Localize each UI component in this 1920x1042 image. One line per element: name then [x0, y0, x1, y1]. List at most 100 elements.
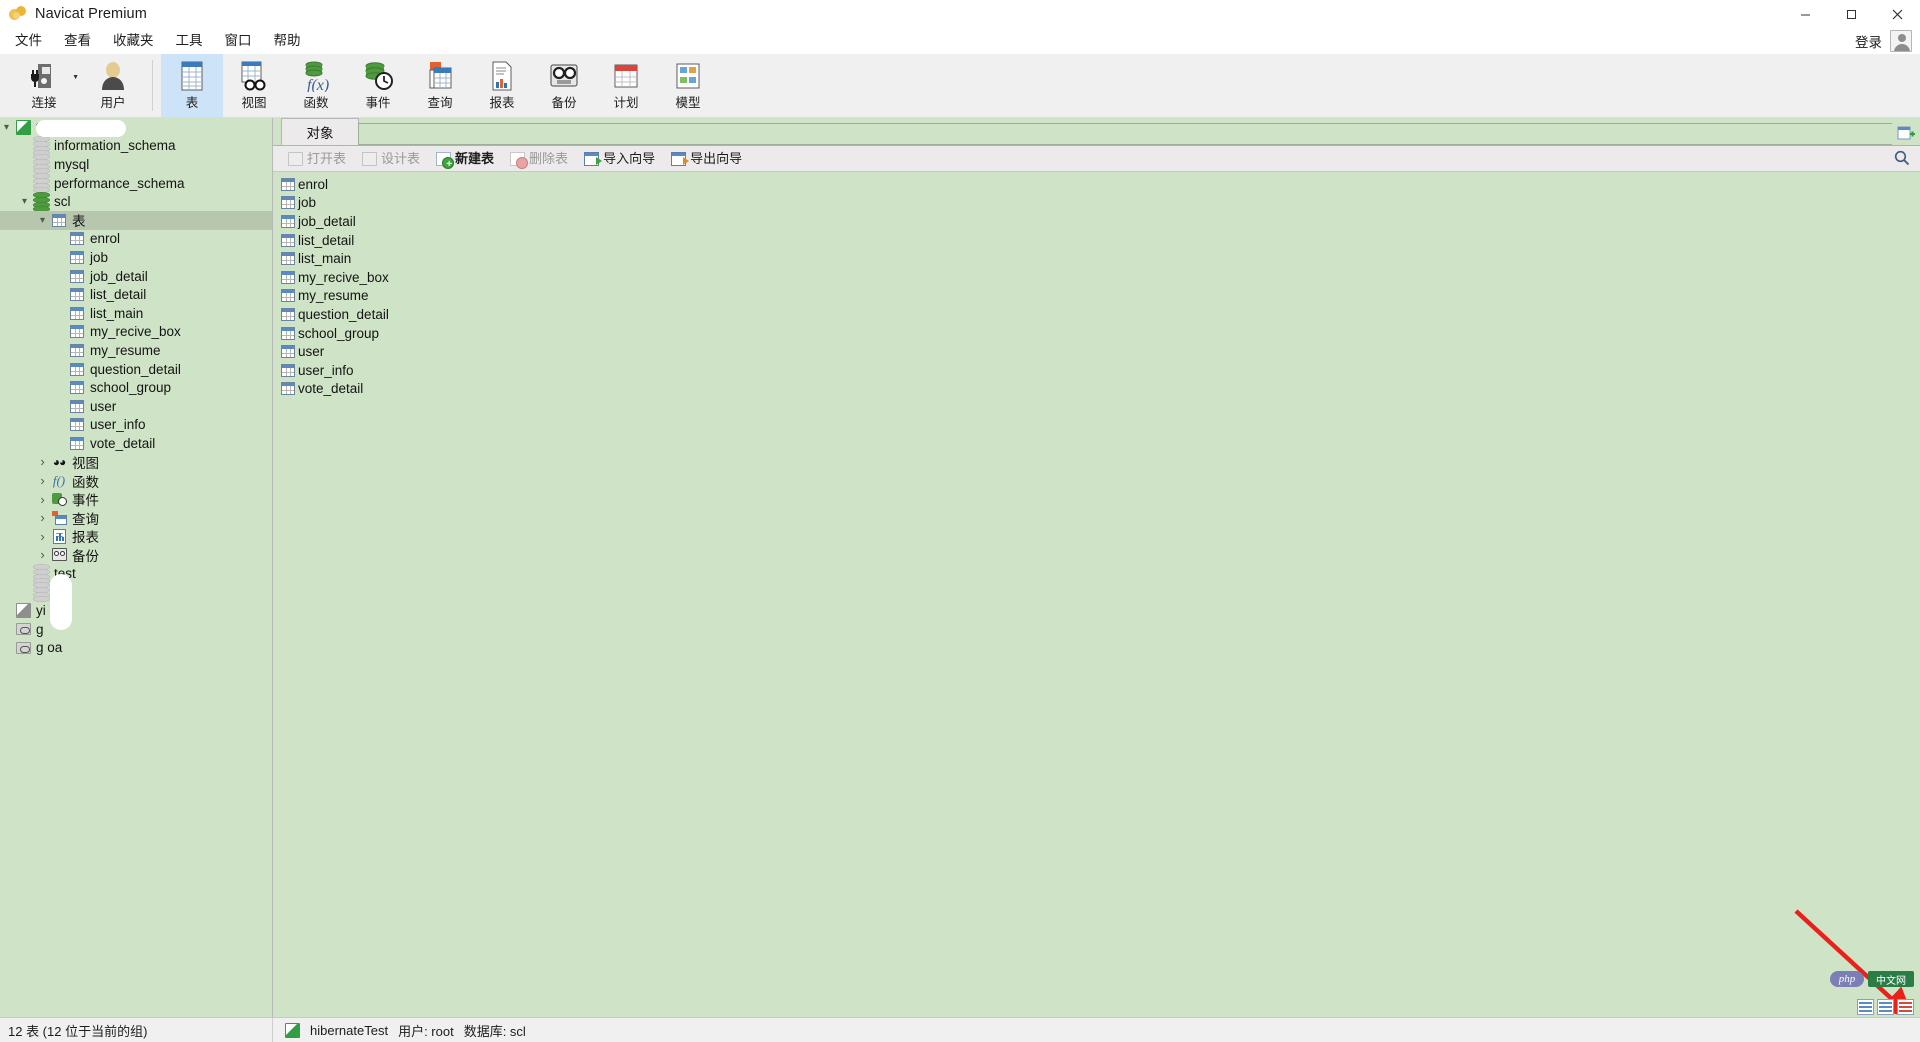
tree-item[interactable]: g	[0, 620, 272, 639]
toolbar-connection[interactable]: 连接 ▼	[6, 54, 82, 117]
navigation-tree[interactable]: ▾tinformation_schemamysqlperformance_sch…	[0, 118, 273, 1017]
tree-item[interactable]: question_detail	[0, 360, 272, 379]
add-tab-icon[interactable]	[1892, 121, 1920, 145]
grid-red-icon[interactable]	[1897, 999, 1914, 1015]
tree-item[interactable]: ›备份	[0, 546, 272, 565]
table-list-item[interactable]: my_recive_box	[273, 268, 1920, 287]
chevron-right-icon[interactable]: ›	[36, 529, 49, 544]
table-list-item[interactable]: vote_detail	[273, 380, 1920, 399]
menu-tools[interactable]: 工具	[165, 29, 214, 53]
table-list-item[interactable]: job	[273, 194, 1920, 213]
toolbar-query[interactable]: 查询	[409, 54, 471, 117]
import-wizard-button[interactable]: 导入向导	[577, 148, 662, 169]
tree-item[interactable]: list_main	[0, 304, 272, 323]
tree-item[interactable]: enrol	[0, 230, 272, 249]
tree-item[interactable]: › 查询	[0, 508, 272, 527]
tree-item[interactable]: test	[0, 564, 272, 583]
toolbar-view[interactable]: 视图	[223, 54, 285, 117]
table-list-item[interactable]: list_detail	[273, 231, 1920, 250]
maximize-button[interactable]	[1828, 0, 1874, 28]
tree-item[interactable]: job	[0, 248, 272, 267]
toolbar-user[interactable]: 用户	[82, 54, 144, 117]
minimize-button[interactable]	[1782, 0, 1828, 28]
close-button[interactable]	[1874, 0, 1920, 28]
menu-favorites[interactable]: 收藏夹	[102, 29, 165, 53]
table-list-item[interactable]: school_group	[273, 324, 1920, 343]
object-toolbar: 打开表 设计表 新建表 删除表 导入向导 导出向导	[273, 146, 1920, 172]
tree-item[interactable]: school_group	[0, 378, 272, 397]
redaction-mask-1	[36, 120, 126, 137]
tree-item[interactable]: information_schema	[0, 137, 272, 156]
chevron-down-icon[interactable]: ▾	[36, 215, 49, 226]
user-avatar-icon[interactable]	[1890, 30, 1912, 52]
status-database: 数据库: scl	[464, 1021, 526, 1040]
export-wizard-button[interactable]: 导出向导	[664, 148, 749, 169]
menu-help[interactable]: 帮助	[263, 29, 312, 53]
menu-window[interactable]: 窗口	[214, 29, 263, 53]
tree-item[interactable]: ▾表	[0, 211, 272, 230]
chevron-right-icon[interactable]: ›	[36, 454, 49, 469]
chevron-down-icon[interactable]: ▾	[0, 122, 13, 133]
search-icon[interactable]	[1894, 150, 1910, 166]
login-link[interactable]: 登录	[1855, 31, 1882, 51]
chevron-right-icon[interactable]: ›	[36, 492, 49, 507]
new-table-label: 新建表	[455, 150, 494, 167]
tree-item[interactable]: performance_schema	[0, 174, 272, 193]
tree-item[interactable]: ›报表	[0, 527, 272, 546]
tree-item[interactable]: user	[0, 397, 272, 416]
chevron-down-icon[interactable]: ▼	[72, 74, 79, 81]
tree-item[interactable]: ue	[0, 583, 272, 602]
toolbar-table-label: 表	[186, 96, 199, 110]
toolbar-backup[interactable]: 备份	[533, 54, 595, 117]
tree-item[interactable]: ›◕◕视图	[0, 453, 272, 472]
table-list-item[interactable]: my_resume	[273, 287, 1920, 306]
tree-item-label: 查询	[72, 508, 99, 528]
toolbar-table[interactable]: 表	[161, 54, 223, 117]
table-list-item[interactable]: enrol	[273, 175, 1920, 194]
toolbar-function[interactable]: f(x) 函数	[285, 54, 347, 117]
chevron-right-icon[interactable]: ›	[36, 510, 49, 525]
database-grey-icon	[31, 173, 51, 193]
table-list-item[interactable]: list_main	[273, 249, 1920, 268]
tree-item[interactable]: yi	[0, 601, 272, 620]
chevron-right-icon[interactable]: ›	[36, 473, 49, 488]
delete-table-button[interactable]: 删除表	[503, 148, 575, 169]
toolbar-schedule[interactable]: 计划	[595, 54, 657, 117]
tree-item[interactable]: job_detail	[0, 267, 272, 286]
toolbar-model[interactable]: 模型	[657, 54, 719, 117]
menu-view[interactable]: 查看	[53, 29, 102, 53]
toolbar-report[interactable]: 报表	[471, 54, 533, 117]
table-list-item[interactable]: question_detail	[273, 305, 1920, 324]
new-table-button[interactable]: 新建表	[429, 148, 501, 169]
design-table-button[interactable]: 设计表	[355, 148, 427, 169]
grid-icon-1[interactable]	[1857, 999, 1874, 1015]
tree-item[interactable]: list_detail	[0, 285, 272, 304]
tree-item[interactable]: my_resume	[0, 341, 272, 360]
tree-item[interactable]: ›f()函数	[0, 471, 272, 490]
menu-file[interactable]: 文件	[4, 29, 53, 53]
tree-item-label: list_main	[90, 306, 143, 321]
table-list-item-label: question_detail	[298, 307, 389, 322]
table-list-item[interactable]: user	[273, 342, 1920, 361]
table-list-item[interactable]: user_info	[273, 361, 1920, 380]
tree-item-label: g	[36, 622, 44, 637]
chevron-down-icon[interactable]: ▾	[18, 196, 31, 207]
tab-objects[interactable]: 对象	[281, 118, 359, 145]
php-icon[interactable]: php	[1830, 971, 1864, 987]
grid-icon-2[interactable]	[1877, 999, 1894, 1015]
table-icon	[279, 252, 297, 265]
table-list-item-label: job_detail	[298, 214, 356, 229]
tree-item[interactable]: ›事件	[0, 490, 272, 509]
object-list[interactable]: enroljobjob_detaillist_detaillist_mainmy…	[273, 172, 1920, 1017]
tree-item[interactable]: user_info	[0, 416, 272, 435]
chevron-right-icon[interactable]: ›	[36, 547, 49, 562]
ime-indicator[interactable]: 中文网	[1868, 971, 1914, 987]
tree-item[interactable]: g oa	[0, 639, 272, 658]
tree-item[interactable]: vote_detail	[0, 434, 272, 453]
open-table-button[interactable]: 打开表	[281, 148, 353, 169]
table-list-item[interactable]: job_detail	[273, 212, 1920, 231]
tree-item[interactable]: ▾scl	[0, 192, 272, 211]
toolbar-event[interactable]: 事件	[347, 54, 409, 117]
tree-item[interactable]: my_recive_box	[0, 323, 272, 342]
tree-item[interactable]: mysql	[0, 155, 272, 174]
